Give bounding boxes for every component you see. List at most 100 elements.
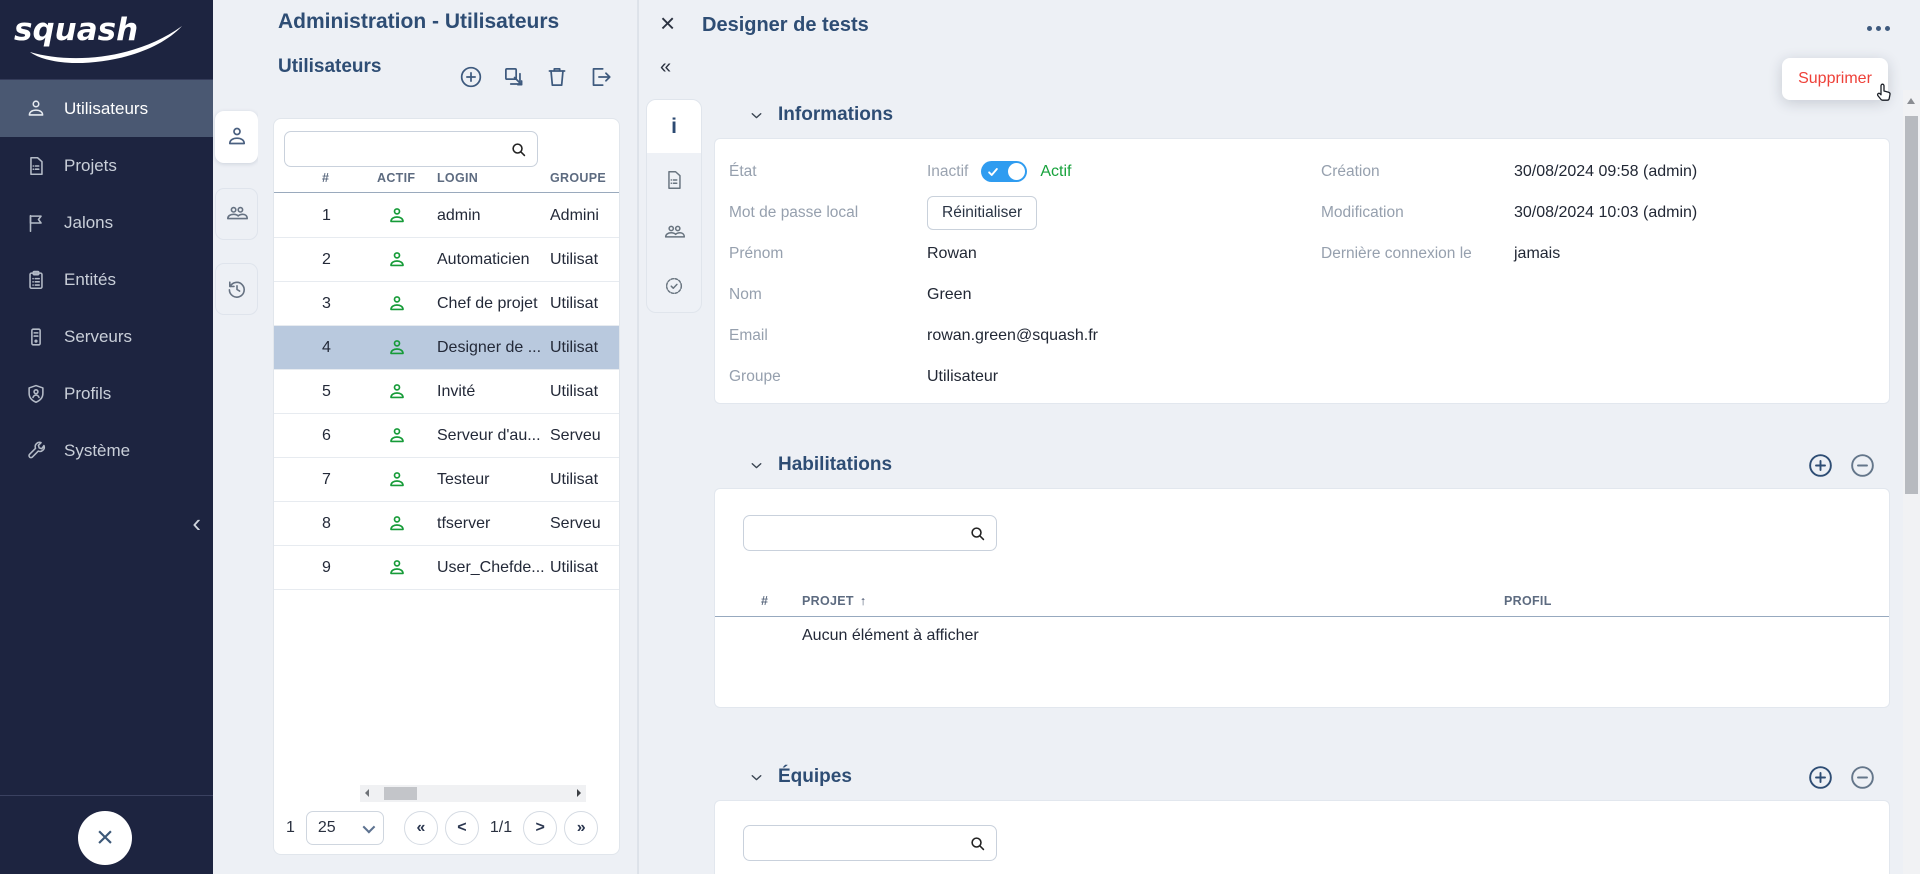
col-num[interactable]: # (761, 594, 802, 608)
sidebar-collapse-button[interactable]: ‹ (192, 510, 201, 536)
row-login: Testeur (437, 470, 490, 488)
sidebar-item-profils[interactable]: Profils (0, 365, 213, 422)
sidebar-item-serveurs[interactable]: Serveurs (0, 308, 213, 365)
tab-teams[interactable] (215, 188, 258, 240)
add-user-button[interactable] (458, 64, 484, 90)
users-icon (664, 225, 685, 238)
empty-table-message: Aucun élément à afficher (802, 627, 979, 644)
row-login: User_Chefde... (437, 558, 545, 576)
col-actif[interactable]: ACTIF (377, 171, 437, 185)
scroll-left-arrow[interactable] (365, 789, 369, 797)
more-actions-button[interactable] (1867, 26, 1890, 31)
table-row-selected[interactable]: 4 Designer de ... Utilisat (274, 326, 619, 370)
horizontal-scrollbar[interactable] (360, 785, 586, 802)
delete-user-button[interactable] (544, 64, 570, 90)
sidebar-item-label: Profils (64, 383, 112, 403)
equipes-card (714, 800, 1890, 874)
habilitations-search-input[interactable] (754, 516, 964, 550)
active-toggle[interactable] (981, 161, 1028, 182)
table-row[interactable]: 3 Chef de projet Utilisat (274, 282, 619, 326)
close-workspace-button[interactable]: × (78, 811, 132, 865)
habilitations-table-header: # PROJET ↑ PROFIL (715, 585, 1889, 617)
field-value-nom[interactable]: Green (927, 286, 971, 304)
table-row[interactable]: 7 Testeur Utilisat (274, 458, 619, 502)
sidebar-item-label: Utilisateurs (64, 98, 149, 118)
active-user-icon (387, 206, 437, 226)
tab-teams[interactable] (647, 206, 701, 259)
sidebar-item-entites[interactable]: Entités (0, 251, 213, 308)
active-user-icon (387, 338, 437, 358)
sidebar-item-utilisateurs[interactable]: Utilisateurs (0, 80, 213, 137)
first-page-button[interactable]: « (403, 811, 438, 845)
habilitations-search (743, 515, 997, 551)
pagination: 1 25 « < 1/1 > » (286, 808, 599, 848)
section-header-habilitations[interactable]: Habilitations (714, 442, 1890, 488)
chevron-down-icon[interactable] (748, 107, 765, 124)
copy-arrow-icon (505, 68, 523, 86)
tab-details-doc[interactable] (647, 153, 701, 206)
duplicate-user-button[interactable] (501, 64, 527, 90)
col-groupe[interactable]: GROUPE (550, 171, 619, 185)
users-search-input[interactable] (295, 132, 505, 166)
row-groupe: Utilisat (550, 250, 599, 268)
reset-password-button[interactable]: Réinitialiser (927, 195, 1038, 230)
col-projet[interactable]: PROJET ↑ (802, 594, 1504, 608)
table-row[interactable]: 5 Invité Utilisat (274, 370, 619, 414)
remove-habilitation-button[interactable] (1849, 452, 1876, 479)
row-groupe: Serveu (550, 426, 601, 444)
prev-page-button[interactable]: < (444, 811, 479, 845)
wrench-icon (28, 441, 46, 458)
chevron-down-icon (362, 820, 376, 833)
col-login[interactable]: LOGIN (437, 171, 550, 185)
chevron-down-icon[interactable] (748, 457, 765, 474)
trash-icon (548, 68, 566, 86)
close-detail-button[interactable]: × (660, 10, 675, 36)
active-user-icon (387, 558, 437, 578)
remove-team-button[interactable] (1849, 764, 1876, 791)
tab-authorizations[interactable] (647, 259, 701, 312)
menu-item-supprimer[interactable]: Supprimer (1798, 70, 1872, 88)
field-value-prenom[interactable]: Rowan (927, 245, 977, 263)
col-num[interactable]: # (322, 171, 377, 185)
field-value-email[interactable]: rowan.green@squash.fr (927, 327, 1098, 345)
add-team-button[interactable] (1807, 764, 1834, 791)
sidebar: squash Utilisateurs Projets Jalons Entit… (0, 0, 213, 874)
file-list-icon (30, 156, 43, 175)
tab-users[interactable] (215, 111, 258, 163)
table-row[interactable]: 9 User_Chefde... Utilisat (274, 546, 619, 590)
scroll-up-arrow[interactable] (1907, 98, 1915, 104)
field-value-groupe[interactable]: Utilisateur (927, 368, 998, 386)
file-list-icon (668, 170, 681, 189)
informations-card: État Inactif Actif Mot de passe local Ré… (714, 138, 1890, 404)
sidebar-item-systeme[interactable]: Système (0, 422, 213, 479)
sidebar-item-projets[interactable]: Projets (0, 137, 213, 194)
scroll-right-arrow[interactable] (577, 789, 581, 797)
export-users-button[interactable] (587, 64, 613, 90)
row-login: Invité (437, 382, 476, 400)
scrollbar-thumb[interactable] (384, 787, 417, 800)
vertical-scrollbar[interactable] (1903, 90, 1920, 874)
collapse-detail-button[interactable]: « (660, 56, 671, 79)
server-icon (31, 327, 41, 346)
active-user-icon (387, 250, 437, 270)
info-left-column: État Inactif Actif Mot de passe local Ré… (729, 151, 1321, 403)
tab-history[interactable] (215, 263, 258, 315)
equipes-search-input[interactable] (754, 826, 964, 860)
next-page-button[interactable]: > (523, 811, 558, 845)
section-header-informations[interactable]: Informations (714, 92, 1890, 138)
table-row[interactable]: 8 tfserver Serveu (274, 502, 619, 546)
tab-informations[interactable]: i (647, 100, 701, 153)
page-size-select[interactable]: 25 (305, 811, 384, 845)
sidebar-item-jalons[interactable]: Jalons (0, 194, 213, 251)
last-page-button[interactable]: » (564, 811, 599, 845)
table-row[interactable]: 6 Serveur d'au... Serveu (274, 414, 619, 458)
col-profil[interactable]: PROFIL (1504, 594, 1889, 608)
add-habilitation-button[interactable] (1807, 452, 1834, 479)
table-row[interactable]: 1 admin Admini (274, 194, 619, 238)
chevron-down-icon[interactable] (748, 769, 765, 786)
scrollbar-thumb[interactable] (1905, 116, 1918, 494)
sort-asc-icon: ↑ (859, 593, 867, 608)
section-header-equipes[interactable]: Équipes (714, 754, 1890, 800)
table-row[interactable]: 2 Automaticien Utilisat (274, 238, 619, 282)
detail-title: Designer de tests (702, 14, 869, 36)
